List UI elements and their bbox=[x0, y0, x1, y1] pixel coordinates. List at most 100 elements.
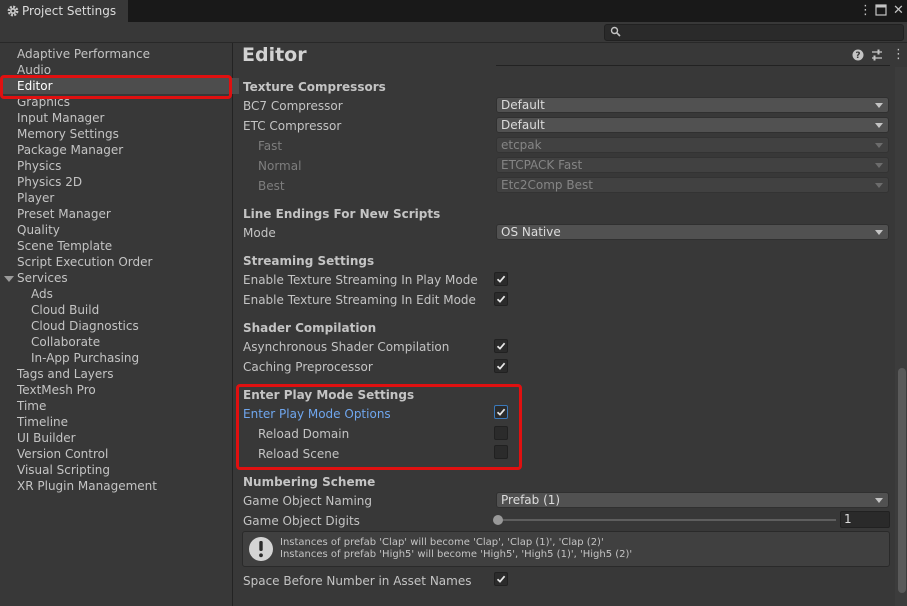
editor-item-highlight bbox=[0, 75, 232, 99]
section-header-streaming-settings: Streaming Settings bbox=[243, 254, 375, 268]
best-value: Etc2Comp Best bbox=[501, 178, 593, 192]
section-header-shader-compilation: Shader Compilation bbox=[243, 321, 377, 335]
sidebar-item-memory-settings[interactable]: Memory Settings bbox=[17, 126, 119, 142]
best-label: Best bbox=[258, 179, 285, 193]
sidebar-item-xr-plugin-management[interactable]: XR Plugin Management bbox=[17, 478, 157, 494]
sidebar-item-preset-manager[interactable]: Preset Manager bbox=[17, 206, 111, 222]
sidebar-item-ui-builder[interactable]: UI Builder bbox=[17, 430, 76, 446]
fast-value: etcpak bbox=[501, 138, 542, 152]
caching-preprocessor-label: Caching Preprocessor bbox=[243, 360, 373, 374]
sidebar-item-timeline[interactable]: Timeline bbox=[17, 414, 68, 430]
more-options-icon[interactable]: ⋮ bbox=[859, 3, 872, 19]
space-before-number-checkbox[interactable] bbox=[494, 572, 508, 586]
game-object-naming-dropdown[interactable]: Prefab (1) bbox=[496, 492, 889, 508]
info-warning-icon bbox=[249, 537, 273, 561]
checkmark-icon bbox=[496, 275, 506, 283]
texture-streaming-play-mode-checkbox[interactable] bbox=[494, 272, 508, 286]
game-object-digits-label: Game Object Digits bbox=[243, 514, 360, 528]
normal-value: ETCPACK Fast bbox=[501, 158, 583, 172]
sidebar-item-adaptive-performance[interactable]: Adaptive Performance bbox=[17, 46, 150, 62]
game-object-naming-value: Prefab (1) bbox=[501, 493, 561, 507]
sidebar-item-player[interactable]: Player bbox=[17, 190, 54, 206]
editor-settings-panel: Editor ? ⋮ Texture Compressors BC7 Compr… bbox=[233, 43, 907, 606]
dropdown-arrow-icon bbox=[875, 123, 883, 128]
section-header-numbering-scheme: Numbering Scheme bbox=[243, 475, 376, 489]
slider-handle[interactable] bbox=[493, 515, 503, 525]
search-input[interactable] bbox=[604, 24, 904, 41]
sidebar-item-physics-2d[interactable]: Physics 2D bbox=[17, 174, 82, 190]
space-before-number-label: Space Before Number in Asset Names bbox=[243, 574, 472, 588]
line-endings-mode-dropdown[interactable]: OS Native bbox=[496, 224, 889, 240]
async-shader-compilation-checkbox[interactable] bbox=[494, 339, 508, 353]
section-divider bbox=[496, 65, 890, 66]
sidebar-item-time[interactable]: Time bbox=[17, 398, 46, 414]
checkmark-icon bbox=[496, 575, 506, 583]
game-object-naming-label: Game Object Naming bbox=[243, 494, 373, 508]
window-title: Project Settings bbox=[22, 4, 117, 18]
sidebar-item-package-manager[interactable]: Package Manager bbox=[17, 142, 123, 158]
play-mode-settings-highlight bbox=[236, 384, 522, 470]
sidebar-item-physics[interactable]: Physics bbox=[17, 158, 61, 174]
naming-help-box: Instances of prefab 'Clap' will become '… bbox=[242, 531, 890, 567]
sidebar-item-cloud-diagnostics[interactable]: Cloud Diagnostics bbox=[31, 318, 139, 334]
bc7-compressor-value: Default bbox=[501, 98, 545, 112]
gear-icon bbox=[7, 5, 19, 17]
sidebar-item-ads[interactable]: Ads bbox=[31, 286, 53, 302]
sidebar-item-scene-template[interactable]: Scene Template bbox=[17, 238, 112, 254]
sidebar-item-tags-and-layers[interactable]: Tags and Layers bbox=[17, 366, 113, 382]
sidebar-item-in-app-purchasing[interactable]: In-App Purchasing bbox=[31, 350, 139, 366]
window-titlebar: Project Settings ⋮ ✕ bbox=[0, 0, 907, 22]
texture-streaming-edit-mode-label: Enable Texture Streaming In Edit Mode bbox=[243, 293, 476, 307]
sidebar-item-cloud-build[interactable]: Cloud Build bbox=[31, 302, 99, 318]
more-options-icon[interactable]: ⋮ bbox=[892, 47, 905, 63]
close-icon[interactable]: ✕ bbox=[893, 3, 904, 19]
game-object-digits-value: 1 bbox=[844, 512, 852, 526]
settings-toolbar bbox=[0, 22, 907, 43]
fast-label: Fast bbox=[258, 139, 283, 153]
game-object-digits-field[interactable]: 1 bbox=[840, 511, 890, 528]
help-text-line: Instances of prefab 'Clap' will become '… bbox=[280, 537, 604, 548]
sidebar-item-services[interactable]: Services bbox=[17, 270, 68, 286]
etc-compressor-label: ETC Compressor bbox=[243, 119, 342, 133]
async-shader-compilation-label: Asynchronous Shader Compilation bbox=[243, 340, 450, 354]
sidebar-item-visual-scripting[interactable]: Visual Scripting bbox=[17, 462, 110, 478]
bc7-compressor-dropdown[interactable]: Default bbox=[496, 97, 889, 113]
maximize-icon[interactable] bbox=[875, 4, 887, 16]
best-dropdown: Etc2Comp Best bbox=[496, 177, 889, 193]
sidebar-item-collaborate[interactable]: Collaborate bbox=[31, 334, 100, 350]
mode-label: Mode bbox=[243, 226, 276, 240]
dropdown-arrow-icon bbox=[875, 230, 883, 235]
dropdown-arrow-icon bbox=[875, 498, 883, 503]
sidebar-item-version-control[interactable]: Version Control bbox=[17, 446, 108, 462]
expand-arrow-icon[interactable] bbox=[4, 274, 14, 284]
checkmark-icon bbox=[496, 342, 506, 350]
sidebar-item-input-manager[interactable]: Input Manager bbox=[17, 110, 105, 126]
texture-streaming-play-mode-label: Enable Texture Streaming In Play Mode bbox=[243, 273, 478, 287]
sidebar-item-script-execution-order[interactable]: Script Execution Order bbox=[17, 254, 152, 270]
window-tab[interactable]: Project Settings bbox=[0, 0, 129, 22]
line-endings-mode-value: OS Native bbox=[501, 225, 561, 239]
search-icon bbox=[610, 26, 621, 37]
sidebar-item-quality[interactable]: Quality bbox=[17, 222, 60, 238]
dropdown-arrow-icon bbox=[875, 143, 883, 148]
dropdown-arrow-icon bbox=[875, 163, 883, 168]
scrollbar-thumb[interactable] bbox=[898, 368, 906, 593]
normal-label: Normal bbox=[258, 159, 302, 173]
help-text-line: Instances of prefab 'High5' will become … bbox=[280, 549, 633, 560]
texture-streaming-edit-mode-checkbox[interactable] bbox=[494, 292, 508, 306]
section-header-texture-compressors: Texture Compressors bbox=[243, 80, 386, 94]
caching-preprocessor-checkbox[interactable] bbox=[494, 359, 508, 373]
dropdown-arrow-icon bbox=[875, 183, 883, 188]
dropdown-arrow-icon bbox=[875, 103, 883, 108]
fast-dropdown: etcpak bbox=[496, 137, 889, 153]
sidebar-item-textmesh-pro[interactable]: TextMesh Pro bbox=[17, 382, 96, 398]
etc-compressor-dropdown[interactable]: Default bbox=[496, 117, 889, 133]
etc-compressor-value: Default bbox=[501, 118, 545, 132]
page-title: Editor bbox=[242, 44, 307, 66]
game-object-digits-slider[interactable] bbox=[497, 519, 836, 521]
help-icon[interactable]: ? bbox=[851, 48, 865, 62]
svg-text:?: ? bbox=[855, 51, 860, 61]
checkmark-icon bbox=[496, 295, 506, 303]
checkmark-icon bbox=[496, 362, 506, 370]
preset-sliders-icon[interactable] bbox=[870, 48, 884, 62]
